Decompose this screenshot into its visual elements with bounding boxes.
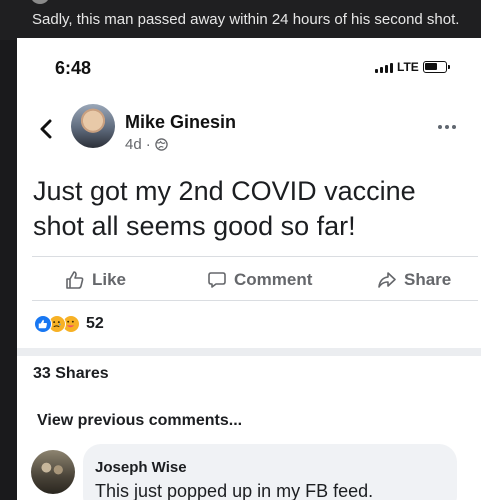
comment-text: This just popped up in my FB feed. xyxy=(95,481,374,500)
facebook-post-screenshot: 6:48 LTE Mike Ginesin 4d · Just got my 2… xyxy=(17,38,481,500)
signal-icon xyxy=(375,61,393,73)
shares-count[interactable]: 33 Shares xyxy=(33,365,109,383)
share-arrow-icon xyxy=(378,272,396,288)
like-button[interactable]: Like xyxy=(65,260,126,300)
globe-icon xyxy=(154,138,168,151)
author-avatar[interactable] xyxy=(71,104,115,148)
comment-label: Comment xyxy=(234,270,313,289)
commenter-avatar[interactable] xyxy=(31,450,75,494)
like-reaction-icon xyxy=(34,315,52,333)
share-label: Share xyxy=(404,270,452,289)
caption-bar: Sadly, this man passed away within 24 ho… xyxy=(0,0,481,40)
status-time: 6:48 xyxy=(55,58,92,78)
post-actions: Like Comment Share xyxy=(32,260,478,300)
divider xyxy=(32,256,478,257)
reaction-count: 52 xyxy=(86,315,104,332)
view-previous-comments-link[interactable]: View previous comments... xyxy=(37,412,242,430)
caption-avatar xyxy=(30,0,50,4)
battery-icon xyxy=(422,61,450,73)
divider xyxy=(32,300,478,301)
section-separator xyxy=(17,348,481,356)
back-chevron-icon[interactable] xyxy=(37,117,57,141)
caption-text: Sadly, this man passed away within 24 ho… xyxy=(32,11,460,28)
thumbs-up-icon xyxy=(66,271,84,289)
post-meta: 4d · xyxy=(125,136,168,153)
like-label: Like xyxy=(92,270,127,289)
reactions-summary[interactable]: 52 xyxy=(34,315,104,333)
status-icons: LTE xyxy=(375,59,450,75)
commenter-name[interactable]: Joseph Wise xyxy=(95,459,187,476)
post-age: 4d xyxy=(125,136,142,153)
comment-button[interactable]: Comment xyxy=(207,260,312,300)
more-options-icon[interactable] xyxy=(437,124,457,130)
meta-dot: · xyxy=(145,136,151,153)
post-text: Just got my 2nd COVID vaccine shot all s… xyxy=(33,176,416,241)
share-button[interactable]: Share xyxy=(377,260,451,300)
author-name[interactable]: Mike Ginesin xyxy=(125,112,236,133)
comment-icon xyxy=(208,272,226,288)
network-label: LTE xyxy=(397,60,419,74)
